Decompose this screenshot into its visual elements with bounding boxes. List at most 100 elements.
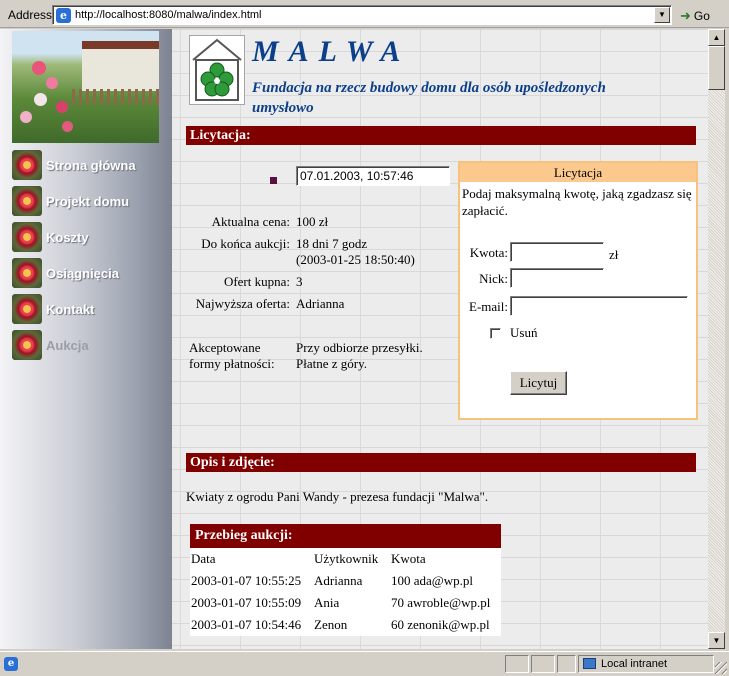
vertical-scrollbar[interactable]: ▲ ▼ <box>708 29 725 649</box>
flower-icon <box>12 330 42 360</box>
go-button[interactable]: ➜ Go <box>680 7 724 25</box>
bid-date: 2003-01-07 10:54:46 <box>191 617 302 632</box>
intranet-icon <box>583 658 596 669</box>
bid-panel: Licytacja Podaj maksymalną kwotę, jaką z… <box>458 161 698 420</box>
highest-bid-label: Najwyższa oferta: <box>195 296 290 311</box>
photo-flower <box>56 101 68 113</box>
current-price-label: Aktualna cena: <box>211 214 290 229</box>
table-header-row: Data Użytkownik Kwota <box>190 548 501 570</box>
sidebar-item-osiagniecia[interactable]: Osiągnięcia <box>12 255 170 291</box>
status-pane <box>505 655 529 673</box>
photo-flower <box>34 93 47 106</box>
current-price-value: 100 zł <box>296 214 329 229</box>
site-subtitle: Fundacja na rzecz budowy domu dla osób u… <box>252 80 606 116</box>
sidebar-item-kontakt[interactable]: Kontakt <box>12 291 170 327</box>
photo-fence <box>72 89 159 105</box>
scroll-down-icon[interactable]: ▼ <box>708 632 725 649</box>
amount-label: Kwota: <box>469 245 508 260</box>
remove-checkbox[interactable] <box>490 328 501 339</box>
bid-date: 2003-01-07 10:55:25 <box>191 573 302 588</box>
sidebar-item-label: Osiągnięcia <box>46 265 119 281</box>
go-label: Go <box>693 9 710 23</box>
offers-value: 3 <box>296 274 303 289</box>
flower-icon <box>12 186 42 216</box>
address-label: Address <box>8 8 53 22</box>
bid-amount: 60 zenonik@wp.pl <box>391 617 490 632</box>
chevron-down-icon[interactable]: ▼ <box>654 7 670 23</box>
payment-method-2: Płatne z góry. <box>296 356 367 371</box>
address-input[interactable]: e http://localhost:8080/malwa/index.html… <box>52 5 672 25</box>
highest-bid-value: Adrianna <box>296 296 345 311</box>
datetime-field: 07.01.2003, 10:57:46 <box>296 166 450 186</box>
resize-grip-icon[interactable] <box>715 662 727 674</box>
sidebar-item-label: Strona główna <box>46 157 136 173</box>
status-bar: e Local intranet <box>0 651 729 676</box>
payment-label-line2: formy płatności: <box>189 356 275 371</box>
time-left-value: 18 dni 7 godz <box>296 236 368 251</box>
security-zone: Local intranet <box>578 655 714 673</box>
bid-user: Ania <box>314 595 340 610</box>
photo-flower <box>46 77 58 89</box>
nick-label: Nick: <box>479 271 508 286</box>
sidebar: Strona główna Projekt domu Koszty Osiągn… <box>0 29 172 649</box>
flower-icon <box>12 258 42 288</box>
column-header-user: Użytkownik <box>314 551 379 566</box>
site-title: MALWA <box>252 35 411 68</box>
column-header-date: Data <box>191 551 216 566</box>
malwa-logo <box>189 35 245 105</box>
sidebar-item-label: Projekt domu <box>46 193 130 209</box>
history-table: Data Użytkownik Kwota 2003-01-07 10:55:2… <box>190 548 501 636</box>
description-text: Kwiaty z ogrodu Pani Wandy - prezesa fun… <box>186 489 489 504</box>
table-row: 2003-01-07 10:54:46 Zenon 60 zenonik@wp.… <box>190 614 501 636</box>
history-header: Przebieg aukcji: <box>190 524 501 548</box>
email-input[interactable] <box>510 296 688 316</box>
column-header-amount: Kwota <box>391 551 426 566</box>
bid-amount: 100 ada@wp.pl <box>391 573 474 588</box>
bid-panel-intro: Podaj maksymalną kwotę, jaką zgadzasz si… <box>462 186 692 218</box>
photo-house <box>82 41 159 91</box>
flower-icon <box>12 294 42 324</box>
email-label: E-mail: <box>469 299 508 314</box>
sidebar-item-aukcja[interactable]: Aukcja <box>12 327 170 363</box>
bid-panel-title: Licytacja <box>460 163 696 182</box>
auction-section-header: Licytacja: <box>186 126 696 145</box>
garden-photo <box>12 31 159 143</box>
scroll-thumb[interactable] <box>708 46 725 90</box>
sidebar-item-label: Koszty <box>46 229 89 245</box>
sidebar-item-projekt-domu[interactable]: Projekt domu <box>12 183 170 219</box>
browser-window: Address e http://localhost:8080/malwa/in… <box>0 0 729 676</box>
scroll-up-icon[interactable]: ▲ <box>708 29 725 46</box>
ie-page-icon: e <box>56 8 71 23</box>
payment-method-1: Przy odbiorze przesyłki. <box>296 340 423 355</box>
payment-label-line1: Akceptowane <box>189 340 261 355</box>
bid-submit-button[interactable]: Licytuj <box>510 371 567 395</box>
table-row: 2003-01-07 10:55:09 Ania 70 awroble@wp.p… <box>190 592 501 614</box>
go-arrow-icon: ➜ <box>680 8 691 23</box>
address-toolbar: Address e http://localhost:8080/malwa/in… <box>0 2 729 28</box>
offers-label: Ofert kupna: <box>223 274 290 289</box>
photo-flower <box>20 111 32 123</box>
currency-label: zł <box>609 247 619 262</box>
address-url[interactable]: http://localhost:8080/malwa/index.html <box>75 9 262 21</box>
bid-user: Zenon <box>314 617 348 632</box>
table-row: 2003-01-07 10:55:25 Adrianna 100 ada@wp.… <box>190 570 501 592</box>
sidebar-nav: Strona główna Projekt domu Koszty Osiągn… <box>12 147 170 363</box>
time-left-label: Do końca aukcji: <box>201 236 290 251</box>
status-pane <box>557 655 576 673</box>
end-date-value: (2003-01-25 18:50:40) <box>296 252 415 267</box>
sidebar-item-label: Kontakt <box>46 301 95 317</box>
sidebar-item-strona-glowna[interactable]: Strona główna <box>12 147 170 183</box>
amount-input[interactable] <box>510 242 604 262</box>
description-section-header: Opis i zdjęcie: <box>186 453 696 472</box>
remove-label: Usuń <box>510 325 538 340</box>
bid-amount: 70 awroble@wp.pl <box>391 595 491 610</box>
bid-user: Adrianna <box>314 573 363 588</box>
sidebar-item-koszty[interactable]: Koszty <box>12 219 170 255</box>
flower-icon <box>12 150 42 180</box>
page-viewport: Strona główna Projekt domu Koszty Osiągn… <box>0 29 708 649</box>
nick-input[interactable] <box>510 268 604 288</box>
flower-icon <box>12 222 42 252</box>
photo-flower <box>32 61 46 75</box>
bid-date: 2003-01-07 10:55:09 <box>191 595 302 610</box>
status-pane <box>531 655 555 673</box>
